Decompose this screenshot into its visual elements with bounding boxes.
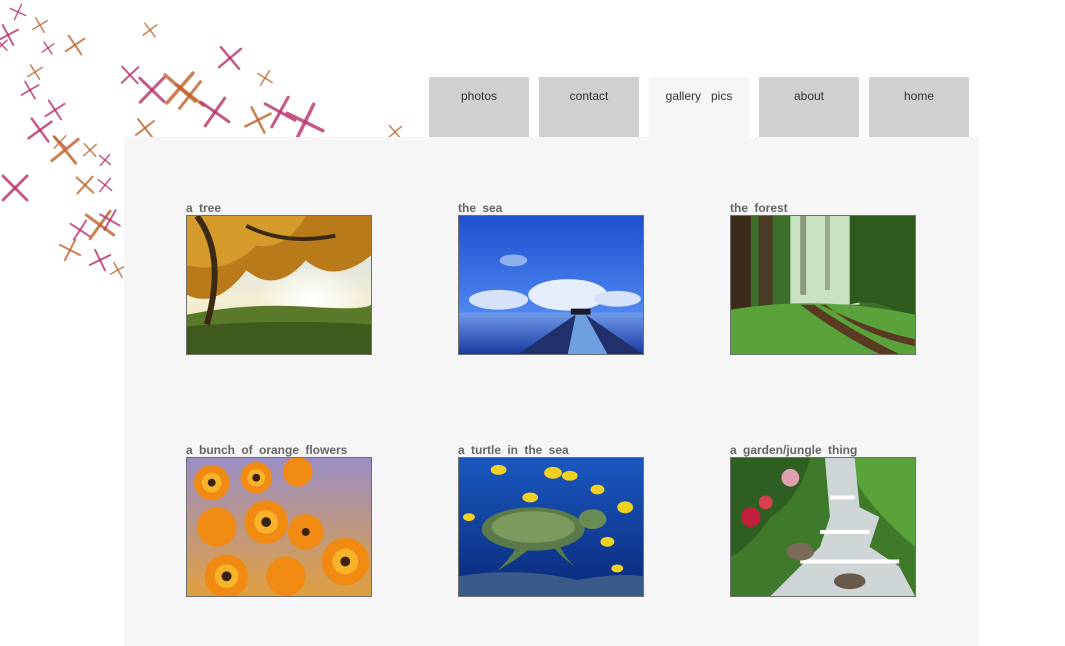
cross-mark <box>31 16 49 34</box>
gallery-item-sea: the sea <box>458 201 646 355</box>
gallery-item-garden: a garden/jungle thing <box>730 443 918 597</box>
gallery-caption: the sea <box>458 201 503 215</box>
cross-mark <box>217 45 243 71</box>
cross-mark <box>0 39 8 51</box>
cross-mark <box>58 238 82 262</box>
forest-photo[interactable] <box>730 215 916 355</box>
tab-about[interactable]: about <box>759 77 859 137</box>
tab-home[interactable]: home <box>869 77 969 137</box>
tree-photo[interactable] <box>186 215 372 355</box>
sea-photo[interactable] <box>458 215 644 355</box>
cross-mark <box>53 135 67 149</box>
tab-photos[interactable]: photos <box>429 77 529 137</box>
gallery-caption: a turtle in the sea <box>458 443 569 457</box>
gallery-caption: a bunch of orange flowers <box>186 443 348 457</box>
cross-mark <box>84 209 116 241</box>
tab-contact[interactable]: contact <box>539 77 639 137</box>
cross-mark <box>82 142 98 158</box>
gallery-caption: the forest <box>730 201 788 215</box>
flowers-photo[interactable] <box>186 457 372 597</box>
cross-mark <box>41 41 55 55</box>
cross-mark <box>88 248 112 272</box>
cross-mark <box>97 177 113 193</box>
gallery-item-flowers: a bunch of orange flowers <box>186 443 374 597</box>
garden-photo[interactable] <box>730 457 916 597</box>
turtle-photo[interactable] <box>458 457 644 597</box>
tab-gallery-pics[interactable]: gallery pics <box>649 77 749 138</box>
cross-mark <box>9 3 27 21</box>
cross-mark <box>50 135 80 165</box>
cross-mark <box>1 174 29 202</box>
gallery-item-turtle: a turtle in the sea <box>458 443 646 597</box>
gallery-item-tree: a tree <box>186 201 374 355</box>
cross-mark <box>69 219 91 241</box>
gallery-item-forest: the forest <box>730 201 918 355</box>
cross-mark <box>0 24 19 46</box>
cross-mark <box>64 34 86 56</box>
main-nav: photos contact gallery pics about home <box>0 77 1065 138</box>
cross-mark <box>142 22 158 38</box>
gallery-panel: a tree the sea the forest a bunch of ora… <box>124 137 979 646</box>
cross-mark <box>75 175 95 195</box>
cross-mark <box>98 153 112 167</box>
gallery-caption: a tree <box>186 201 222 215</box>
gallery-caption: a garden/jungle thing <box>730 443 858 457</box>
